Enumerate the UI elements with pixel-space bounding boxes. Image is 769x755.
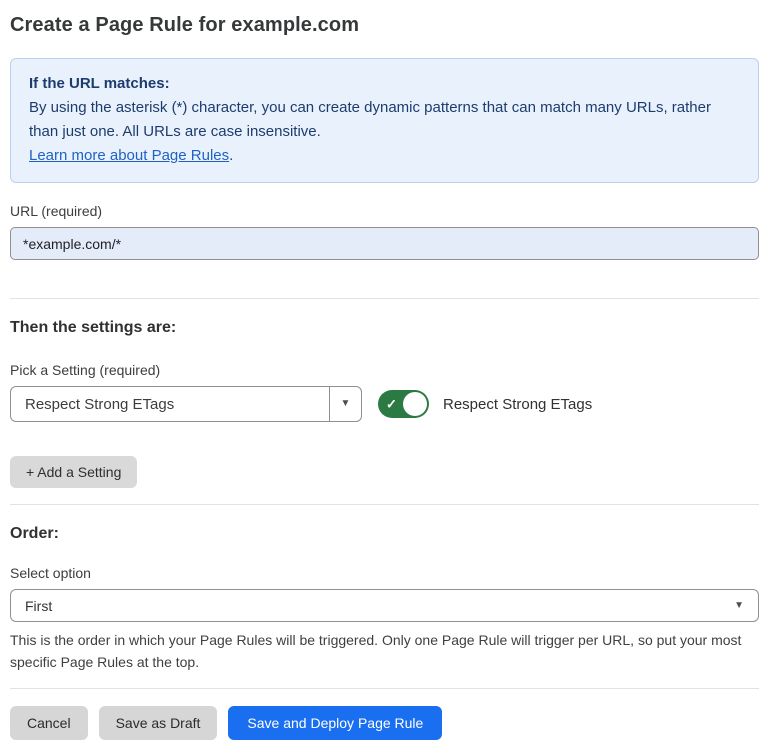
dropdown-arrow-icon: ▼ — [341, 399, 351, 409]
pick-setting-label: Pick a Setting (required) — [10, 362, 759, 378]
info-box-heading: If the URL matches: — [29, 72, 740, 96]
save-as-draft-button[interactable]: Save as Draft — [99, 706, 218, 740]
page-title: Create a Page Rule for example.com — [10, 14, 759, 37]
page-rule-form: Create a Page Rule for example.com If th… — [0, 0, 769, 755]
settings-section-heading: Then the settings are: — [10, 319, 759, 337]
info-box-body: By using the asterisk (*) character, you… — [29, 96, 740, 144]
divider — [10, 298, 759, 299]
order-select-label: Select option — [10, 565, 759, 581]
add-setting-button[interactable]: + Add a Setting — [10, 456, 137, 488]
cancel-button[interactable]: Cancel — [10, 706, 88, 740]
divider — [10, 688, 759, 689]
learn-more-link[interactable]: Learn more about Page Rules — [29, 147, 229, 164]
setting-select-arrow-button[interactable]: ▼ — [329, 387, 361, 421]
check-icon: ✓ — [386, 398, 397, 411]
order-help-text: This is the order in which your Page Rul… — [10, 629, 759, 673]
setting-select[interactable]: Respect Strong ETags ▼ — [10, 386, 362, 422]
setting-toggle[interactable]: ✓ — [378, 390, 429, 418]
order-section-heading: Order: — [10, 525, 759, 543]
url-input[interactable] — [10, 227, 759, 260]
chevron-down-icon: ▼ — [734, 601, 744, 611]
toggle-label: Respect Strong ETags — [443, 396, 592, 413]
order-select-value: First — [25, 598, 52, 614]
toggle-knob — [403, 392, 427, 416]
url-match-info-box: If the URL matches: By using the asteris… — [10, 58, 759, 183]
setting-select-value: Respect Strong ETags — [11, 396, 329, 413]
url-field-label: URL (required) — [10, 203, 759, 219]
action-bar: Cancel Save as Draft Save and Deploy Pag… — [10, 706, 759, 755]
save-and-deploy-button[interactable]: Save and Deploy Page Rule — [228, 706, 442, 740]
divider — [10, 504, 759, 505]
info-box-link-line: Learn more about Page Rules. — [29, 144, 740, 168]
setting-row: Respect Strong ETags ▼ ✓ Respect Strong … — [10, 386, 759, 422]
order-select[interactable]: First ▼ — [10, 589, 759, 622]
link-suffix: . — [229, 147, 233, 164]
